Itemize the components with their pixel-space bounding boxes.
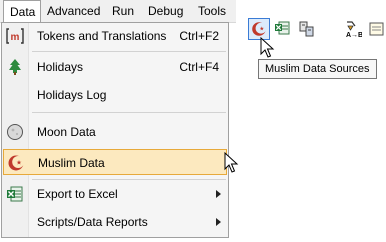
menu-advanced[interactable]: Advanced bbox=[41, 0, 106, 22]
menu-item-shortcut: Ctrl+F4 bbox=[179, 60, 219, 74]
mouse-cursor-icon bbox=[260, 37, 275, 58]
svg-text:m: m bbox=[11, 32, 20, 43]
menu-item-moon-data[interactable]: Moon Data bbox=[3, 119, 227, 145]
menu-item-export-to-excel[interactable]: Export to Excel bbox=[3, 181, 227, 207]
crescent-star-icon bbox=[7, 154, 25, 172]
menu-item-label: Moon Data bbox=[37, 125, 96, 139]
menu-separator bbox=[32, 51, 226, 52]
sort-a-to-b-button[interactable]: A→B bbox=[342, 18, 364, 40]
menu-data[interactable]: Data bbox=[3, 0, 41, 23]
submenu-arrow-icon bbox=[216, 190, 221, 198]
menu-bar: Data Advanced Run Debug Tools bbox=[0, 0, 236, 23]
menu-item-label: Holidays bbox=[37, 60, 84, 74]
excel-icon bbox=[275, 21, 290, 35]
menu-item-tokens-and-translations[interactable]: m Tokens and Translations Ctrl+F2 bbox=[3, 23, 227, 49]
mouse-cursor-icon bbox=[224, 152, 239, 173]
document-icon bbox=[369, 22, 384, 36]
database-button[interactable] bbox=[296, 18, 318, 40]
menu-item-label: Tokens and Translations bbox=[37, 29, 167, 43]
submenu-arrow-icon bbox=[216, 218, 221, 226]
document-button[interactable] bbox=[366, 18, 386, 40]
menu-item-label: Muslim Data bbox=[38, 156, 105, 170]
menu-item-holidays[interactable]: Holidays Ctrl+F4 bbox=[3, 54, 227, 80]
menu-item-shortcut: Ctrl+F2 bbox=[179, 29, 219, 43]
menu-run[interactable]: Run bbox=[106, 0, 140, 22]
menu-item-muslim-data[interactable]: Muslim Data bbox=[3, 149, 227, 175]
svg-text:A→B: A→B bbox=[346, 32, 362, 38]
menu-item-scripts-data-reports[interactable]: Scripts/Data Reports bbox=[3, 209, 227, 235]
tooltip: Muslim Data Sources bbox=[258, 59, 377, 79]
sort-icon: A→B bbox=[346, 21, 362, 38]
menu-item-label: Holidays Log bbox=[37, 88, 107, 102]
menu-item-label: Export to Excel bbox=[37, 187, 118, 201]
menu-separator bbox=[32, 112, 226, 113]
excel-icon bbox=[6, 185, 24, 203]
menu-item-label: Scripts/Data Reports bbox=[37, 215, 148, 229]
menu-separator bbox=[32, 179, 226, 180]
menu-item-holidays-log[interactable]: Holidays Log bbox=[3, 82, 227, 108]
menu-tools[interactable]: Tools bbox=[192, 0, 232, 22]
tree-icon bbox=[6, 58, 24, 76]
crescent-star-icon bbox=[252, 22, 267, 36]
brackets-m-icon: m bbox=[6, 27, 24, 45]
data-menu-dropdown: m Tokens and Translations Ctrl+F2 Holida… bbox=[1, 22, 229, 238]
database-icon bbox=[299, 21, 314, 37]
menu-debug[interactable]: Debug bbox=[142, 0, 189, 22]
moon-icon bbox=[6, 123, 24, 141]
